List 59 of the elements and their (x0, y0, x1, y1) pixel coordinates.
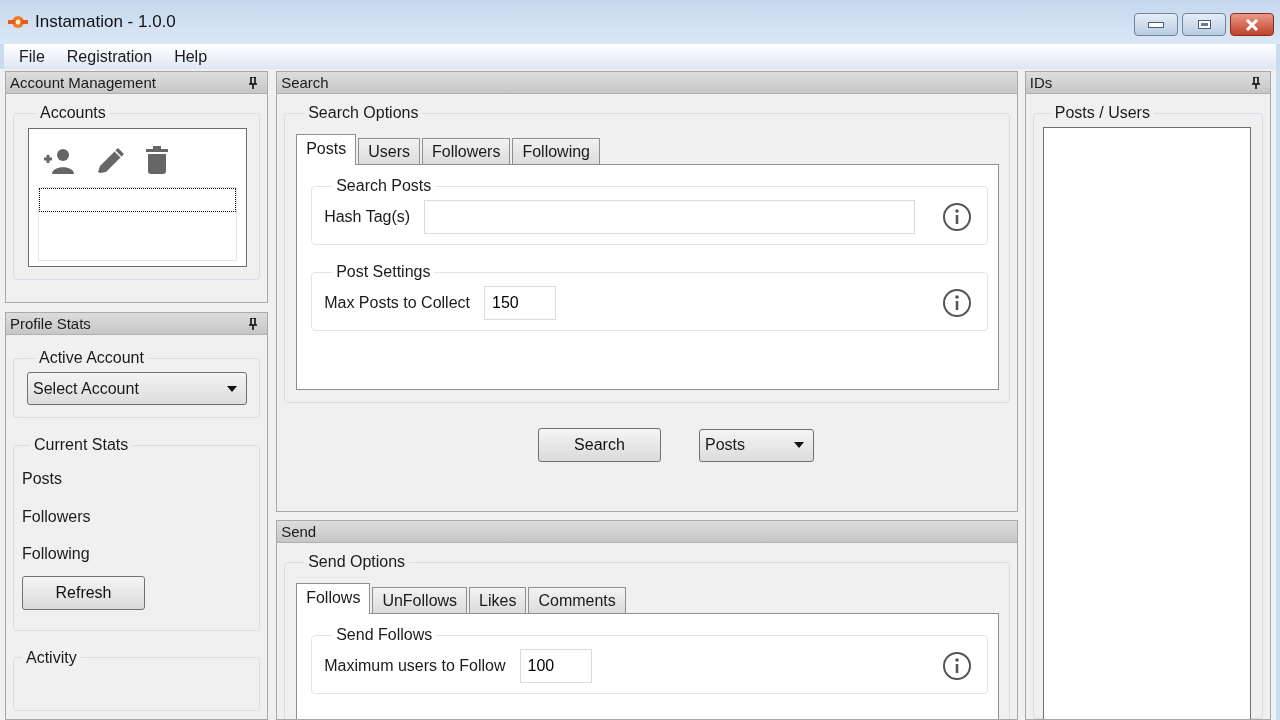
input-field[interactable]: 100 (519, 649, 592, 683)
tab[interactable]: Posts (296, 134, 357, 165)
minimize-button[interactable] (1134, 13, 1178, 36)
app-icon (8, 15, 28, 29)
trash-icon[interactable] (146, 146, 168, 174)
group-label: Posts / Users (1053, 104, 1151, 122)
type-dropdown[interactable]: Posts (698, 428, 814, 462)
group-label: Post Settings (335, 263, 432, 281)
field-label: Max Posts to Collect (324, 294, 470, 312)
info-icon[interactable] (941, 651, 972, 681)
menu-item[interactable]: Registration (55, 47, 164, 66)
field-label: Maximum users to Follow (324, 657, 506, 675)
pin-icon[interactable] (249, 76, 258, 89)
tab[interactable]: Follows (296, 583, 371, 614)
pin-icon[interactable] (1252, 76, 1260, 89)
panel-title: Profile Stats (10, 315, 91, 332)
account-dropdown[interactable]: Select Account (27, 372, 248, 405)
stat-label: Followers (22, 506, 92, 527)
group-label: Active Account (38, 349, 145, 367)
group-label: Activity (25, 648, 78, 667)
pin-icon[interactable] (249, 317, 258, 330)
maximize-icon (1197, 20, 1211, 29)
pencil-icon[interactable] (96, 146, 126, 174)
panel-title: Account Management (10, 74, 156, 91)
tab[interactable]: Users (358, 138, 420, 164)
info-icon[interactable] (941, 202, 972, 232)
panel-title: Search (281, 74, 329, 91)
tab[interactable]: UnFollows (372, 587, 468, 613)
minimize-icon (1148, 21, 1164, 28)
group-label: Send Follows (335, 626, 434, 644)
close-icon (1244, 18, 1260, 31)
tab[interactable]: Likes (469, 587, 527, 613)
group-label: Send Options (307, 553, 407, 571)
panel-title: Send (281, 523, 317, 540)
close-button[interactable] (1230, 13, 1274, 36)
add-user-icon[interactable] (42, 148, 76, 174)
list-row[interactable] (39, 188, 237, 212)
info-icon[interactable] (941, 288, 972, 318)
tab[interactable]: Comments (528, 587, 626, 613)
group-label: Search Posts (335, 177, 433, 195)
tab[interactable]: Followers (421, 138, 511, 164)
input-field[interactable]: 150 (484, 286, 556, 320)
window-title: Instamation - 1.0.0 (35, 12, 176, 32)
group-label: Accounts (39, 104, 107, 122)
menu-item[interactable]: Help (163, 47, 219, 66)
tab[interactable]: Following (512, 138, 600, 164)
menu-item[interactable]: File (8, 47, 56, 66)
group-label: Current Stats (33, 436, 130, 454)
maximize-button[interactable] (1182, 13, 1226, 36)
stat-label: Following (22, 544, 91, 564)
field-label: Hash Tag(s) (324, 208, 411, 226)
input-field[interactable] (424, 200, 916, 234)
refresh-button[interactable]: Refresh (22, 575, 145, 610)
search-button[interactable]: Search (537, 428, 661, 462)
panel-title: IDs (1029, 74, 1053, 91)
caret-icon (227, 385, 238, 392)
stat-label: Posts (22, 469, 63, 489)
group-label: Search Options (307, 104, 420, 122)
caret-icon (793, 442, 804, 448)
